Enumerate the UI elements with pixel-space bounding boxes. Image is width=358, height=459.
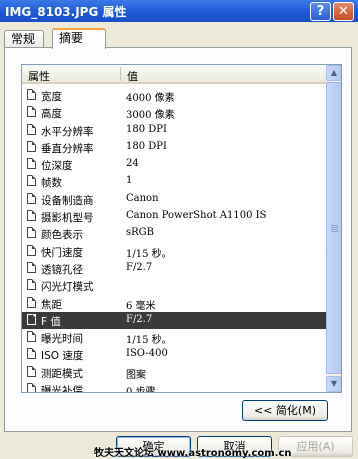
property-name: 快门速度 (41, 246, 83, 259)
list-item[interactable]: ISO 速度 ISO-400 (22, 346, 326, 363)
vertical-scrollbar[interactable]: ▲ ▼ (326, 65, 341, 392)
list-item[interactable]: 宽度 4000 像素 (22, 87, 326, 104)
list-item[interactable]: 透镜孔径 F/2.7 (22, 260, 326, 277)
list-item[interactable]: 位深度 24 (22, 156, 326, 173)
list-item[interactable]: 曝光补偿 0 步骤 (22, 381, 326, 393)
list-item[interactable]: 水平分辨率 180 DPI (22, 122, 326, 139)
list-item[interactable]: F 值 F/2.7 (22, 311, 326, 330)
property-value: sRGB (126, 227, 154, 239)
title-bar: IMG_8103.JPG 属性 ? ✕ (0, 0, 358, 22)
document-icon (27, 331, 36, 343)
property-value: 1 (126, 175, 133, 187)
tab-general[interactable]: 常规 (4, 30, 44, 48)
document-icon (27, 383, 36, 392)
document-icon (27, 210, 36, 222)
column-header-property[interactable]: 属性 (28, 68, 50, 84)
list-item[interactable]: 颜色表示 sRGB (22, 225, 326, 242)
list-item[interactable]: 高度 3000 像素 (22, 104, 326, 121)
property-name: 焦距 (41, 298, 62, 311)
property-name: 颜色表示 (41, 229, 83, 242)
column-header-value[interactable]: 值 (127, 68, 138, 84)
property-value: 1/15 秒。 (126, 248, 172, 260)
list-item[interactable]: 闪光灯模式 (22, 277, 326, 294)
property-list[interactable]: 属性 值 宽度 4000 像素 高度 3000 像素 水平分辨率 180 DPI 垂直分辨率… (21, 64, 342, 393)
document-icon (27, 106, 36, 118)
property-value: F/2.7 (126, 261, 153, 273)
column-divider[interactable] (120, 67, 121, 81)
document-icon (27, 123, 36, 135)
list-item[interactable]: 垂直分辨率 180 DPI (22, 139, 326, 156)
list-item[interactable]: 焦距 6 毫米 (22, 295, 326, 312)
close-button[interactable]: ✕ (333, 2, 354, 21)
document-icon (27, 244, 36, 256)
tab-summary[interactable]: 摘要 (52, 28, 106, 49)
property-value: 180 DPI (126, 140, 167, 152)
property-value: 1/15 秒。 (126, 335, 172, 347)
help-button[interactable]: ? (310, 2, 331, 21)
document-icon (27, 313, 36, 325)
property-value: 3000 像素 (126, 110, 175, 122)
watermark-text: 牧夫天文论坛 www.astronomy.com.cn (94, 448, 292, 459)
property-name: 设备制造商 (41, 194, 94, 207)
property-name: 帧数 (41, 177, 62, 190)
property-value: Canon (126, 192, 159, 204)
document-icon (27, 158, 36, 170)
property-name: 宽度 (41, 91, 62, 103)
scroll-thumb[interactable] (326, 82, 341, 374)
document-icon (27, 261, 36, 273)
property-name: 摄影机型号 (41, 212, 94, 225)
property-name: 水平分辨率 (41, 125, 94, 138)
property-value: 4000 像素 (126, 93, 175, 104)
property-name: 测距模式 (41, 367, 83, 380)
list-item[interactable]: 曝光时间 1/15 秒。 (22, 329, 326, 346)
property-name: 位深度 (41, 160, 73, 173)
document-icon (27, 192, 36, 204)
property-name: 曝光时间 (41, 333, 83, 346)
property-name: ISO 速度 (41, 350, 84, 363)
property-name: 高度 (41, 108, 62, 121)
property-name: F 值 (41, 315, 61, 328)
property-name: 曝光补偿 (41, 385, 83, 393)
document-icon (27, 365, 36, 377)
document-icon (27, 140, 36, 152)
property-value: ISO-400 (126, 348, 168, 360)
property-value: 24 (126, 158, 139, 170)
list-header: 属性 值 (22, 65, 326, 84)
document-icon (27, 348, 36, 360)
list-item[interactable]: 摄影机型号 Canon PowerShot A1100 IS (22, 208, 326, 225)
property-value: Canon PowerShot A1100 IS (126, 210, 267, 222)
scroll-down-button[interactable]: ▼ (326, 376, 341, 392)
document-icon (27, 89, 36, 100)
property-value: 6 毫米 (126, 300, 156, 312)
document-icon (27, 279, 36, 291)
property-value: 180 DPI (126, 123, 167, 135)
simplify-button[interactable]: << 简化(M) (242, 400, 328, 421)
list-item[interactable]: 快门速度 1/15 秒。 (22, 243, 326, 260)
property-name: 透镜孔径 (41, 263, 83, 276)
list-rows: 宽度 4000 像素高度 3000 像素水平分辨率 180 DPI 垂直分辨率 180 D… (22, 87, 326, 393)
list-item[interactable]: 设备制造商 Canon (22, 191, 326, 208)
list-item[interactable]: 测距模式 图案 (22, 364, 326, 381)
property-value: F/2.7 (126, 313, 153, 325)
property-name: 闪光灯模式 (41, 281, 94, 294)
window-title: IMG_8103.JPG 属性 (5, 5, 127, 19)
property-value: 0 步骤 (126, 387, 156, 393)
document-icon (27, 175, 36, 187)
document-icon (27, 227, 36, 239)
property-value: 图案 (126, 369, 146, 381)
scroll-up-button[interactable]: ▲ (326, 65, 341, 81)
list-item[interactable]: 帧数 1 (22, 173, 326, 190)
document-icon (27, 296, 36, 308)
property-name: 垂直分辨率 (41, 142, 94, 155)
